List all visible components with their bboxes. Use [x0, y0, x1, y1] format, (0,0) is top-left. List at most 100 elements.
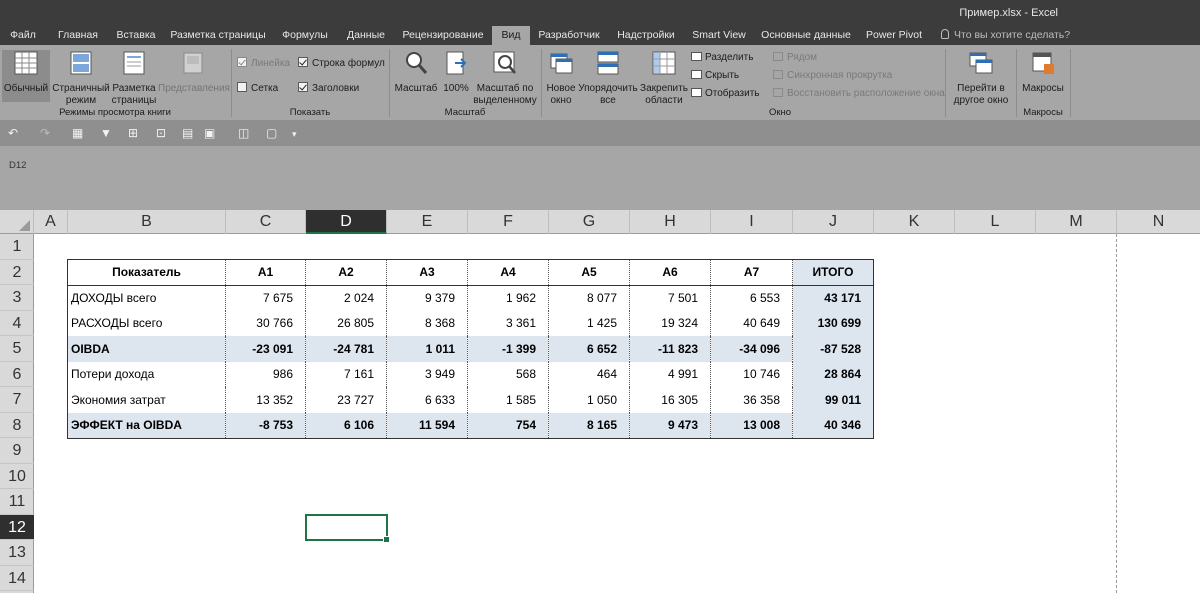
table-cell[interactable]: 10 746	[710, 361, 793, 387]
macros-button[interactable]: Макросы	[1019, 50, 1067, 95]
normal-view-button[interactable]: Обычный	[2, 50, 50, 102]
column-header[interactable]: D	[306, 210, 387, 234]
arrange-all-button[interactable]: Упорядочить все	[578, 50, 638, 107]
table-cell[interactable]: 1 425	[548, 310, 630, 336]
header-cell[interactable]: А6	[629, 259, 711, 286]
row-label-cell[interactable]: ЭФФЕКТ на OIBDA	[67, 412, 226, 438]
table-cell[interactable]: 6 553	[710, 285, 793, 311]
table-cell[interactable]: 16 305	[629, 387, 711, 413]
row-header[interactable]: 9	[0, 438, 34, 464]
row-header[interactable]: 12	[0, 514, 34, 540]
table-cell[interactable]: 8 368	[386, 310, 468, 336]
header-cell[interactable]: А3	[386, 259, 468, 286]
table-cell[interactable]: 9 473	[629, 412, 711, 438]
table-cell[interactable]: 36 358	[710, 387, 793, 413]
table-cell[interactable]: 7 161	[305, 361, 387, 387]
row-header[interactable]: 2	[0, 260, 34, 285]
table-cell[interactable]: 40 649	[710, 310, 793, 336]
header-cell[interactable]: А2	[305, 259, 387, 286]
total-cell[interactable]: 40 346	[792, 412, 874, 438]
column-header[interactable]: K	[874, 210, 955, 234]
header-cell[interactable]: А4	[467, 259, 549, 286]
switch-windows-button[interactable]: Перейти в другое окно	[948, 50, 1014, 107]
frame-icon[interactable]: ▢	[266, 126, 277, 140]
row-header[interactable]: 8	[0, 413, 34, 438]
column-header[interactable]: H	[630, 210, 711, 234]
header-cell[interactable]: А1	[225, 259, 306, 286]
column-header[interactable]: A	[34, 210, 68, 234]
zoom-button[interactable]: Масштаб	[393, 50, 439, 95]
filter-icon[interactable]: ▼	[100, 126, 112, 140]
table-cell[interactable]: 754	[467, 412, 549, 438]
page-layout-view-button[interactable]: Разметка страницы	[111, 50, 157, 107]
table-cell[interactable]: 2 024	[305, 285, 387, 311]
zoom-to-selection-button[interactable]: Масштаб по выделенному	[473, 50, 537, 107]
total-cell[interactable]: 99 011	[792, 387, 874, 413]
row-header[interactable]: 7	[0, 387, 34, 413]
row-label-cell[interactable]: Экономия затрат	[68, 387, 226, 413]
column-header[interactable]: G	[549, 210, 630, 234]
tab-file[interactable]: Файл	[6, 26, 40, 45]
header-cell[interactable]: А7	[710, 259, 793, 286]
customize-toolbar-icon[interactable]: ▾	[292, 129, 297, 140]
column-header[interactable]: F	[468, 210, 549, 234]
unhide-window-button[interactable]: Отобразить	[691, 88, 760, 99]
name-box[interactable]: D12	[9, 160, 26, 171]
row-label-cell[interactable]: ДОХОДЫ всего	[68, 285, 226, 311]
table-cell[interactable]: 986	[225, 361, 306, 387]
column-header[interactable]: B	[68, 210, 226, 234]
table-cell[interactable]: 1 050	[548, 387, 630, 413]
hide-window-button[interactable]: Скрыть	[691, 70, 739, 81]
cell-icon[interactable]: ◫	[238, 126, 249, 140]
table-cell[interactable]: 6 652	[548, 336, 630, 362]
table-cell[interactable]: 6 633	[386, 387, 468, 413]
table-cell[interactable]: -34 096	[710, 336, 793, 362]
split-button[interactable]: Разделить	[691, 52, 753, 63]
header-cell[interactable]: Показатель	[67, 259, 226, 286]
layout-icon[interactable]: ▣	[204, 126, 215, 140]
row-header[interactable]: 13	[0, 540, 34, 566]
ruler-checkbox[interactable]: Линейка	[237, 57, 290, 69]
row-header[interactable]: 10	[0, 464, 34, 489]
row-header[interactable]: 5	[0, 336, 34, 362]
column-header[interactable]: I	[711, 210, 793, 234]
table-cell[interactable]: 6 106	[305, 412, 387, 438]
tab-review[interactable]: Рецензирование	[400, 26, 486, 45]
table-cell[interactable]: 9 379	[386, 285, 468, 311]
select-all-corner[interactable]	[0, 210, 34, 234]
table-cell[interactable]: 568	[467, 361, 549, 387]
tab-power-pivot[interactable]: Power Pivot	[863, 26, 925, 45]
reset-window-position-button[interactable]: Восстановить расположение окна	[773, 88, 945, 99]
table-cell[interactable]: -1 399	[467, 336, 549, 362]
tab-data[interactable]: Данные	[343, 26, 389, 45]
row-header[interactable]: 1	[0, 234, 34, 260]
custom-views-button[interactable]: Представления	[158, 50, 230, 95]
table-cell[interactable]: 3 361	[467, 310, 549, 336]
table-cell[interactable]: 13 008	[710, 412, 793, 438]
table-cell[interactable]: 19 324	[629, 310, 711, 336]
column-header[interactable]: L	[955, 210, 1036, 234]
table-cell[interactable]: 3 949	[386, 361, 468, 387]
column-header[interactable]: C	[226, 210, 306, 234]
row-header[interactable]: 6	[0, 362, 34, 387]
table-cell[interactable]: 8 077	[548, 285, 630, 311]
table-cell[interactable]: 1 585	[467, 387, 549, 413]
table-cell[interactable]: -24 781	[305, 336, 387, 362]
header-cell[interactable]: ИТОГО	[792, 259, 874, 286]
row-label-cell[interactable]: РАСХОДЫ всего	[68, 311, 226, 337]
table-icon[interactable]: ▦	[72, 126, 83, 140]
gridlines-checkbox[interactable]: Сетка	[237, 82, 278, 94]
row-label-cell[interactable]: Потери дохода	[68, 362, 226, 388]
page-break-view-button[interactable]: Страничный режим	[52, 50, 110, 107]
column-header[interactable]: J	[793, 210, 874, 234]
tab-master-data[interactable]: Основные данные	[760, 26, 852, 45]
table-cell[interactable]: 1 011	[386, 336, 468, 362]
table-cell[interactable]: 464	[548, 361, 630, 387]
total-cell[interactable]: -87 528	[792, 336, 874, 362]
row-header[interactable]: 14	[0, 566, 34, 591]
table-cell[interactable]: 13 352	[225, 387, 306, 413]
row-label-cell[interactable]: OIBDA	[67, 336, 226, 362]
headings-checkbox[interactable]: Заголовки	[298, 82, 359, 94]
table-cell[interactable]: 4 991	[629, 361, 711, 387]
row-header[interactable]: 3	[0, 285, 34, 311]
